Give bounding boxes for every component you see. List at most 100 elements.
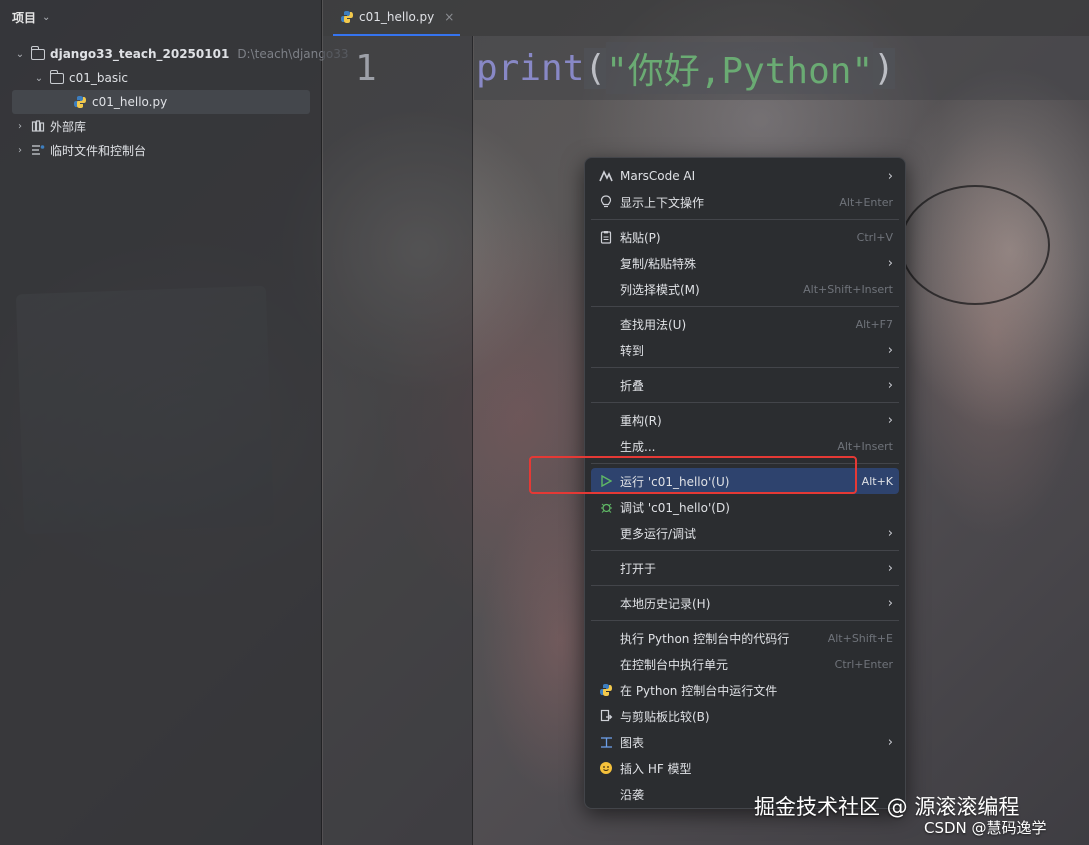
chevron-right-icon: ›	[887, 734, 893, 750]
code-line[interactable]: print("你好,Python")	[474, 36, 1089, 100]
editor-gutter	[323, 36, 473, 845]
chevron-right-icon: ›	[887, 168, 893, 184]
tree-item-label: 临时文件和控制台	[50, 143, 147, 158]
menu-item-label: 调试 'c01_hello'(D)	[620, 500, 730, 515]
menu-item-copy-paste-special[interactable]: 复制/粘贴特殊 ›	[591, 250, 899, 276]
menu-item-shortcut: Ctrl+Enter	[834, 657, 893, 671]
menu-item-refactor[interactable]: 重构(R) ›	[591, 407, 899, 433]
chevron-down-icon[interactable]: ⌄	[33, 73, 45, 84]
menu-item-execute-line-in-console[interactable]: 执行 Python 控制台中的代码行 Alt+Shift+E	[591, 625, 899, 651]
code-token-paren: (	[584, 47, 607, 89]
menu-item-label: 执行 Python 控制台中的代码行	[620, 631, 790, 646]
lightbulb-icon	[597, 194, 615, 210]
menu-item-execute-cell-in-console[interactable]: 在控制台中执行单元 Ctrl+Enter	[591, 651, 899, 677]
chevron-right-icon: ›	[887, 377, 893, 393]
diagram-icon	[597, 734, 615, 750]
library-icon	[30, 118, 46, 134]
tab-label: c01_hello.py	[359, 10, 435, 24]
tree-item-label: c01_basic	[69, 71, 129, 85]
menu-item-column-selection-mode[interactable]: 列选择模式(M) Alt+Shift+Insert	[591, 276, 899, 302]
menu-item-label: 图表	[620, 735, 645, 750]
python-file-icon	[72, 94, 88, 110]
menu-item-label: 折叠	[620, 378, 645, 393]
menu-separator	[591, 367, 899, 368]
watermark-csdn: CSDN @慧码逸学	[924, 819, 1047, 837]
tree-item-label: 外部库	[50, 119, 87, 134]
menu-item-label: 列选择模式(M)	[620, 282, 700, 297]
menu-item-label: 复制/粘贴特殊	[620, 256, 697, 271]
folder-icon	[49, 69, 65, 86]
chevron-down-icon[interactable]: ⌄	[42, 12, 50, 23]
folder-icon	[30, 45, 46, 62]
menu-item-shortcut: Alt+Insert	[837, 439, 893, 453]
menu-item-open-in[interactable]: 打开于 ›	[591, 555, 899, 581]
chevron-right-icon[interactable]: ›	[14, 145, 26, 156]
scratches-icon	[30, 142, 46, 158]
menu-item-insert-hf-model[interactable]: 插入 HF 模型	[591, 755, 899, 781]
code-token-function: print	[476, 47, 585, 89]
wallpaper-detail	[900, 185, 1050, 305]
menu-item-shortcut: Alt+Shift+E	[827, 631, 893, 645]
project-panel-title: 项目	[12, 10, 37, 25]
close-icon[interactable]: ×	[444, 10, 454, 24]
menu-separator	[591, 306, 899, 307]
menu-separator	[591, 620, 899, 621]
project-panel: 项目 ⌄ ⌄ django33_teach_20250101 D:\teach\…	[0, 0, 348, 845]
menu-item-label: 更多运行/调试	[620, 526, 697, 541]
tree-item-project-root[interactable]: ⌄ django33_teach_20250101 D:\teach\djang…	[14, 42, 348, 66]
menu-separator	[591, 550, 899, 551]
menu-item-label: 插入 HF 模型	[620, 761, 692, 776]
menu-item-debug[interactable]: 调试 'c01_hello'(D)	[591, 494, 899, 520]
tree-item-c01-hello[interactable]: c01_hello.py	[12, 90, 310, 114]
tree-item-label: c01_hello.py	[92, 95, 168, 109]
chevron-right-icon[interactable]: ›	[14, 121, 26, 132]
menu-item-find-usages[interactable]: 查找用法(U) Alt+F7	[591, 311, 899, 337]
menu-item-run-file-in-console[interactable]: 在 Python 控制台中运行文件	[591, 677, 899, 703]
menu-item-label: 显示上下文操作	[620, 195, 705, 210]
compare-icon	[597, 708, 615, 724]
wallpaper-detail	[900, 120, 1089, 540]
tree-item-external-libraries[interactable]: › 外部库	[14, 114, 86, 138]
python-file-icon	[339, 9, 355, 25]
menu-item-label: 与剪贴板比较(B)	[620, 709, 710, 724]
debug-icon	[597, 499, 615, 515]
highlight-annotation-box	[529, 456, 857, 494]
chevron-down-icon[interactable]: ⌄	[14, 49, 26, 60]
code-token-string: "你好,Python"	[606, 42, 874, 94]
menu-item-shortcut: Alt+Shift+Insert	[803, 282, 893, 296]
python-icon	[597, 682, 615, 698]
menu-item-label: 粘贴(P)	[620, 230, 661, 245]
project-panel-header[interactable]: 项目 ⌄	[0, 0, 321, 34]
clipboard-icon	[597, 229, 615, 245]
tree-item-c01-basic[interactable]: ⌄ c01_basic	[33, 66, 128, 90]
menu-item-folding[interactable]: 折叠 ›	[591, 372, 899, 398]
chevron-right-icon: ›	[887, 560, 893, 576]
menu-item-more-run-debug[interactable]: 更多运行/调试 ›	[591, 520, 899, 546]
menu-item-label: 打开于	[620, 561, 657, 576]
menu-separator	[591, 219, 899, 220]
menu-item-label: 重构(R)	[620, 413, 662, 428]
huggingface-icon	[597, 760, 615, 776]
menu-item-paste[interactable]: 粘贴(P) Ctrl+V	[591, 224, 899, 250]
menu-item-show-context-actions[interactable]: 显示上下文操作 Alt+Enter	[591, 189, 899, 215]
editor-tab-bar: c01_hello.py ×	[323, 0, 1089, 36]
menu-item-compare-with-clipboard[interactable]: 与剪贴板比较(B)	[591, 703, 899, 729]
tab-c01-hello[interactable]: c01_hello.py ×	[333, 0, 461, 36]
menu-item-label: MarsCode AI	[620, 169, 696, 183]
menu-item-local-history[interactable]: 本地历史记录(H) ›	[591, 590, 899, 616]
code-token-paren: )	[873, 47, 895, 89]
menu-item-shortcut: Alt+F7	[855, 317, 893, 331]
menu-item-label: 在控制台中执行单元	[620, 657, 729, 672]
line-number: 1	[355, 48, 377, 89]
tree-item-scratches[interactable]: › 临时文件和控制台	[14, 138, 146, 162]
menu-item-label: 生成...	[620, 439, 656, 454]
menu-item-go-to[interactable]: 转到 ›	[591, 337, 899, 363]
menu-item-diagrams[interactable]: 图表 ›	[591, 729, 899, 755]
menu-item-shortcut: Alt+Enter	[839, 195, 893, 209]
menu-item-marscode-ai[interactable]: MarsCode AI ›	[591, 163, 899, 189]
menu-separator	[591, 402, 899, 403]
menu-item-label: 转到	[620, 343, 645, 358]
chevron-right-icon: ›	[887, 412, 893, 428]
chevron-right-icon: ›	[887, 342, 893, 358]
menu-separator	[591, 585, 899, 586]
